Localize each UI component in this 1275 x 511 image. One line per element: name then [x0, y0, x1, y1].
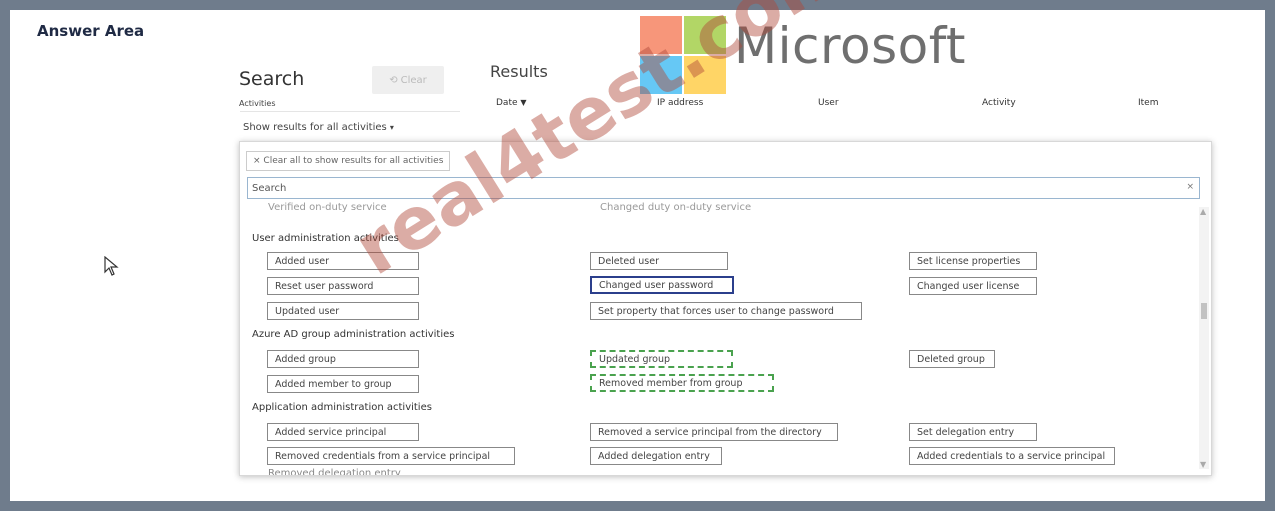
list-item-partial: Changed duty on-duty service — [600, 202, 752, 213]
search-heading: Search — [239, 68, 305, 90]
activity-removed-service-principal[interactable]: Removed a service principal from the dir… — [590, 423, 838, 441]
activity-updated-group[interactable]: Updated group — [590, 350, 733, 368]
search-input-placeholder: Search — [252, 182, 287, 194]
column-item[interactable]: Item — [1138, 98, 1159, 108]
scrollbar-thumb[interactable] — [1201, 303, 1207, 319]
activity-added-credentials[interactable]: Added credentials to a service principal — [909, 447, 1115, 465]
activity-removed-credentials[interactable]: Removed credentials from a service princ… — [267, 447, 515, 465]
activity-changed-user-password[interactable]: Changed user password — [590, 276, 734, 294]
column-user[interactable]: User — [818, 98, 839, 108]
panel-scrollbar[interactable]: ▲ ▼ — [1199, 207, 1209, 469]
activity-deleted-user[interactable]: Deleted user — [590, 252, 728, 270]
close-icon: × — [253, 156, 264, 166]
activity-changed-user-license[interactable]: Changed user license — [909, 277, 1037, 295]
activity-added-group[interactable]: Added group — [267, 350, 419, 368]
column-date-label: Date — [496, 98, 518, 108]
clear-button-label: Clear — [400, 74, 427, 86]
clear-button[interactable]: ⟲ Clear — [372, 66, 444, 94]
column-activity[interactable]: Activity — [982, 98, 1016, 108]
divider — [240, 111, 460, 112]
activity-removed-member-from-group[interactable]: Removed member from group — [590, 374, 774, 392]
activity-added-service-principal[interactable]: Added service principal — [267, 423, 419, 441]
answer-area-frame: Answer Area Search ⟲ Clear Results Activ… — [10, 0, 1265, 501]
clear-icon: ⟲ — [389, 74, 398, 86]
group-heading-app-admin: Application administration activities — [252, 402, 432, 413]
answer-area-title: Answer Area — [37, 22, 145, 40]
activity-updated-user[interactable]: Updated user — [267, 302, 419, 320]
activity-added-member-to-group[interactable]: Added member to group — [267, 375, 419, 393]
chevron-up-icon[interactable]: ▲ — [1200, 207, 1206, 216]
activities-dropdown[interactable]: Show results for all activities ▾ — [243, 122, 394, 133]
close-icon[interactable]: × — [1186, 182, 1194, 192]
activity-set-license-properties[interactable]: Set license properties — [909, 252, 1037, 270]
activity-deleted-group[interactable]: Deleted group — [909, 350, 995, 368]
chevron-down-icon: ▾ — [389, 123, 394, 132]
clear-all-button[interactable]: × Clear all to show results for all acti… — [246, 151, 451, 171]
clear-all-label: Clear all to show results for all activi… — [263, 156, 444, 166]
list-item-partial: Removed delegation entry — [268, 468, 401, 476]
activities-dropdown-value: Show results for all activities — [243, 122, 387, 133]
activity-set-delegation-entry[interactable]: Set delegation entry — [909, 423, 1037, 441]
chevron-down-icon[interactable]: ▼ — [1200, 460, 1206, 469]
group-heading-group-admin: Azure AD group administration activities — [252, 329, 455, 340]
activities-label: Activities — [239, 99, 276, 108]
results-heading: Results — [490, 62, 548, 81]
mouse-cursor-icon — [104, 256, 119, 276]
activity-set-property-force-password-change[interactable]: Set property that forces user to change … — [590, 302, 862, 320]
activity-added-delegation-entry[interactable]: Added delegation entry — [590, 447, 722, 465]
